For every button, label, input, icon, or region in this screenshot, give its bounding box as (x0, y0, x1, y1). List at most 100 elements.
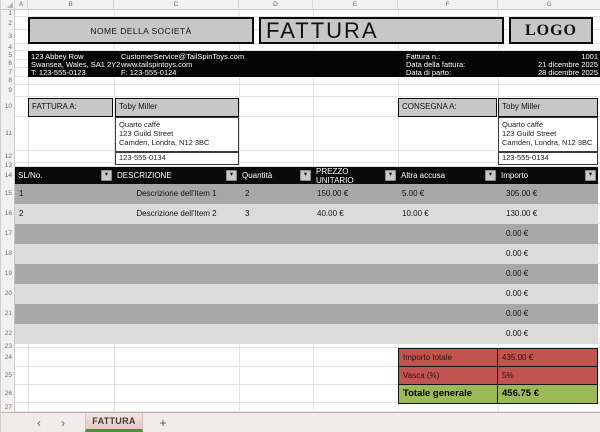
row-header-27[interactable]: 27 (1, 403, 14, 412)
add-sheet-icon[interactable]: + (143, 413, 183, 432)
row-header-17[interactable]: 17 (1, 224, 14, 244)
tax-row[interactable]: Vasca (%) 5% (399, 367, 597, 385)
subtotal-row[interactable]: Importo totale 435.00 € (399, 349, 597, 367)
cell-qty[interactable] (239, 284, 313, 304)
cell-sl[interactable] (15, 244, 114, 264)
col-header-a[interactable]: A (15, 0, 28, 9)
row-header-2[interactable]: 2 (1, 17, 14, 30)
items-header-w1[interactable]: SL/No. ▾ (15, 167, 114, 184)
cell-amount[interactable]: 0.00 € (498, 264, 598, 284)
col-header-g[interactable]: G (498, 0, 600, 9)
filter-dropdown-icon[interactable]: ▾ (585, 170, 596, 181)
items-header-w4[interactable]: PREZZO UNITARIO ▾ (313, 167, 398, 184)
cell-extra[interactable]: 5.00 € (398, 184, 498, 204)
cell-price[interactable] (313, 264, 398, 284)
company-info-bar[interactable]: 123 Abbey Row Swansea, Wales, SA1 2Y2 T:… (28, 51, 600, 77)
cell-amount[interactable]: 0.00 € (498, 224, 598, 244)
row-header-25[interactable]: 25 (1, 367, 14, 385)
col-header-f[interactable]: F (398, 0, 498, 9)
cell-extra[interactable] (398, 244, 498, 264)
cell-desc[interactable] (114, 264, 239, 284)
filter-dropdown-icon[interactable]: ▾ (385, 170, 396, 181)
row-header-5[interactable]: 5 (1, 51, 14, 60)
cell-price[interactable]: 150.00 € (313, 184, 398, 204)
row-header-11[interactable]: 11 (1, 117, 14, 151)
row-header-21[interactable]: 21 (1, 304, 14, 324)
cell-sl[interactable] (15, 304, 114, 324)
row-header-24[interactable]: 24 (1, 348, 14, 367)
cell-amount[interactable]: 0.00 € (498, 244, 598, 264)
cell-qty[interactable] (239, 224, 313, 244)
cell-extra[interactable] (398, 324, 498, 344)
row-header-14[interactable]: 14 (1, 167, 14, 184)
row-header-16[interactable]: 16 (1, 204, 14, 224)
cell-sl[interactable] (15, 264, 114, 284)
cell-amount[interactable]: 0.00 € (498, 324, 598, 344)
cell-qty[interactable] (239, 244, 313, 264)
filter-dropdown-icon[interactable]: ▾ (226, 170, 237, 181)
row-header-1[interactable]: 1 (1, 10, 14, 17)
bill-to-phone-cell[interactable]: 123-555-0134 (115, 152, 239, 165)
invoice-title-cell[interactable]: FATTURA (259, 17, 504, 44)
select-all-corner[interactable] (1, 0, 15, 9)
row-header-22[interactable]: 22 (1, 324, 14, 344)
row-header-19[interactable]: 19 (1, 264, 14, 284)
row-header-6[interactable]: 6 (1, 60, 14, 68)
cell-qty[interactable]: 3 (239, 204, 313, 224)
cell-amount[interactable]: 305.00 € (498, 184, 598, 204)
items-header-w3[interactable]: Quantità ▾ (239, 167, 313, 184)
cell-desc[interactable] (114, 244, 239, 264)
items-header-w5[interactable]: Altra accusa ▾ (398, 167, 498, 184)
cell-qty[interactable] (239, 304, 313, 324)
col-header-e[interactable]: E (313, 0, 398, 9)
cell-amount[interactable]: 0.00 € (498, 304, 598, 324)
cell-price[interactable] (313, 224, 398, 244)
cell-price[interactable]: 40.00 € (313, 204, 398, 224)
row-header-15[interactable]: 15 (1, 184, 14, 204)
next-sheet-icon[interactable]: › (51, 413, 75, 432)
filter-dropdown-icon[interactable]: ▾ (300, 170, 311, 181)
items-header-w2[interactable]: DESCRIZIONE ▾ (114, 167, 239, 184)
cell-sl[interactable] (15, 324, 114, 344)
col-header-c[interactable]: C (114, 0, 239, 9)
cell-amount[interactable]: 0.00 € (498, 284, 598, 304)
cell-desc[interactable]: Descrizione dell'Item 1 (114, 184, 239, 204)
cell-desc[interactable]: Descrizione dell'Item 2 (114, 204, 239, 224)
company-name-cell[interactable]: NOME DELLA SOCIETÀ (28, 17, 254, 44)
cell-price[interactable] (313, 284, 398, 304)
cell-desc[interactable] (114, 324, 239, 344)
cell-desc[interactable] (114, 224, 239, 244)
cell-sl[interactable]: 1 (15, 184, 114, 204)
cell-extra[interactable] (398, 264, 498, 284)
row-header-18[interactable]: 18 (1, 244, 14, 264)
cell-extra[interactable] (398, 224, 498, 244)
ship-to-label-cell[interactable]: CONSEGNA A: (398, 98, 497, 117)
cell-extra[interactable] (398, 284, 498, 304)
cell-price[interactable] (313, 244, 398, 264)
cell-sl[interactable] (15, 284, 114, 304)
row-header-4[interactable]: 4 (1, 44, 14, 51)
row-header-26[interactable]: 26 (1, 385, 14, 403)
row-header-10[interactable]: 10 (1, 97, 14, 117)
prev-sheet-icon[interactable]: ‹ (27, 413, 51, 432)
ship-to-name-cell[interactable]: Toby Miller (498, 98, 598, 117)
cell-price[interactable] (313, 304, 398, 324)
cell-qty[interactable] (239, 324, 313, 344)
bill-to-name-cell[interactable]: Toby Miller (115, 98, 239, 117)
bill-to-label-cell[interactable]: FATTURA A: (28, 98, 113, 117)
cell-extra[interactable] (398, 304, 498, 324)
cell-qty[interactable]: 2 (239, 184, 313, 204)
row-header-20[interactable]: 20 (1, 284, 14, 304)
row-header-3[interactable]: 3 (1, 30, 14, 44)
bill-to-address-cell[interactable]: Quarto caffè 123 Guild Street Camden, Lo… (115, 117, 239, 152)
cell-sl[interactable] (15, 224, 114, 244)
cell-price[interactable] (313, 324, 398, 344)
cell-desc[interactable] (114, 284, 239, 304)
cell-qty[interactable] (239, 264, 313, 284)
row-header-8[interactable]: 8 (1, 77, 14, 85)
ship-to-address-cell[interactable]: Quarto caffè 123 Guild Street Camden, Lo… (498, 117, 598, 152)
grand-total-row[interactable]: Totale generale 456.75 € (399, 385, 597, 403)
filter-dropdown-icon[interactable]: ▾ (485, 170, 496, 181)
row-header-9[interactable]: 9 (1, 85, 14, 97)
cell-sl[interactable]: 2 (15, 204, 114, 224)
